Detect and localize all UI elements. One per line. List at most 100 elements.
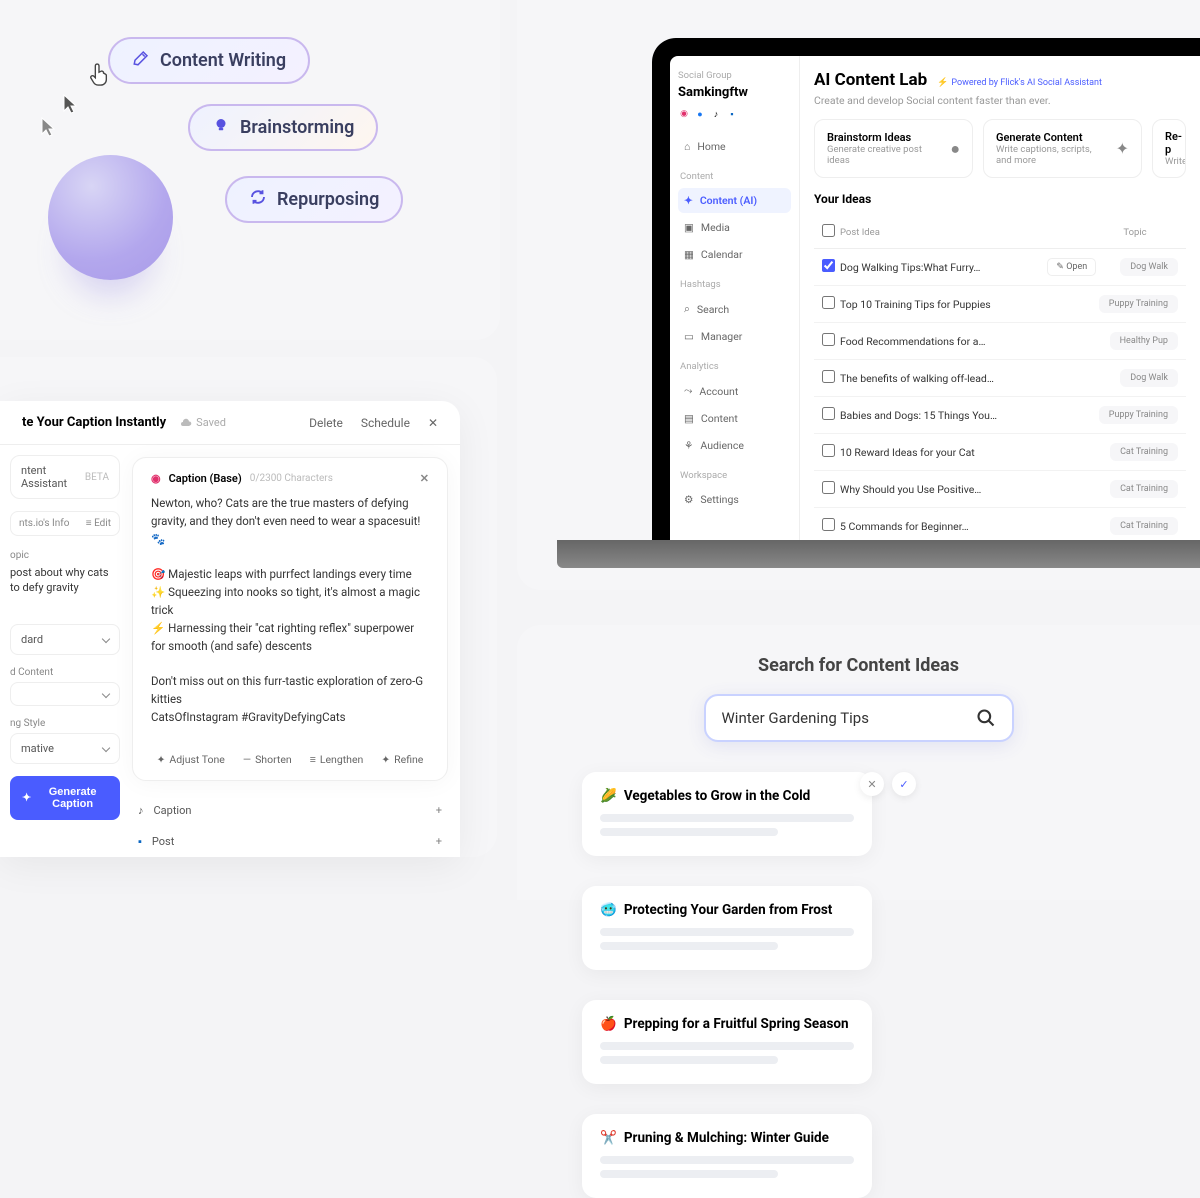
app-sidebar: Social Group Samkingftw ◉ ● ♪ ▪ ⌂Home Co… <box>670 56 800 540</box>
pill-label: Repurposing <box>277 189 379 210</box>
chevron-down-icon <box>102 690 110 698</box>
skeleton-line <box>600 1042 854 1050</box>
row-checkbox[interactable] <box>822 481 835 494</box>
group-label: Social Group <box>678 70 791 81</box>
idea-text: 5 Commands for Beginner… <box>840 520 1110 533</box>
style-label: ng Style <box>10 718 120 729</box>
skeleton-line <box>600 828 778 836</box>
laptop-section: Social Group Samkingftw ◉ ● ♪ ▪ ⌂Home Co… <box>517 0 1200 590</box>
instagram-icon[interactable]: ◉ <box>678 108 690 120</box>
facebook-icon[interactable]: ● <box>694 108 706 120</box>
idea-emoji: 🥶 <box>600 902 617 918</box>
sidebar-item-content[interactable]: ▤Content <box>678 406 791 431</box>
skeleton-line <box>600 942 778 950</box>
type-post-linkedin[interactable]: ▪Post+ <box>132 826 448 857</box>
open-button[interactable]: ✎ Open <box>1047 258 1096 276</box>
card-generate[interactable]: Generate ContentWrite captions, scripts,… <box>983 119 1142 178</box>
idea-card-title: 🍎Prepping for a Fruitful Spring Season <box>600 1016 854 1032</box>
table-row[interactable]: The benefits of walking off-lead…Dog Wal… <box>814 360 1186 397</box>
dismiss-button[interactable]: ✕ <box>860 772 884 796</box>
sidebar-section: Analytics <box>680 361 789 372</box>
plus-icon[interactable]: + <box>436 804 442 817</box>
powered-badge: ⚡ Powered by Flick's AI Social Assistant <box>937 78 1102 88</box>
pill-repurposing[interactable]: Repurposing <box>225 176 403 223</box>
sidebar-item-account[interactable]: ⤳Account <box>678 378 791 404</box>
table-row[interactable]: Why Should you Use Positive…Cat Training <box>814 471 1186 508</box>
info-pill[interactable]: nts.io's Info ≡ Edit <box>10 511 120 536</box>
sidebar-item-home[interactable]: ⌂Home <box>678 134 791 159</box>
chevron-down-icon <box>102 744 110 752</box>
row-checkbox[interactable] <box>822 407 835 420</box>
plus-icon[interactable]: + <box>436 835 442 848</box>
lengthen-button[interactable]: ≡ Lengthen <box>310 753 364 766</box>
sidebar-item-audience[interactable]: ⚘Audience <box>678 433 791 458</box>
caption-header: te Your Caption Instantly Saved Delete S… <box>0 401 460 445</box>
close-icon[interactable]: ✕ <box>420 472 429 485</box>
sidebar-item-settings[interactable]: ⚙Settings <box>678 487 791 512</box>
linkedin-icon[interactable]: ▪ <box>726 108 738 120</box>
idea-text: Why Should you Use Positive… <box>840 483 1110 496</box>
idea-emoji: 🍎 <box>600 1016 617 1032</box>
sidebar-item-calendar[interactable]: ▦Calendar <box>678 242 791 267</box>
edit-button[interactable]: ≡ Edit <box>86 518 111 529</box>
chart-icon: ⤳ <box>684 384 692 398</box>
table-row[interactable]: 5 Commands for Beginner…Cat Training <box>814 508 1186 540</box>
search-value: Winter Gardening Tips <box>722 709 869 727</box>
row-checkbox[interactable] <box>822 259 835 272</box>
row-checkbox[interactable] <box>822 333 835 346</box>
close-icon[interactable]: ✕ <box>428 416 438 430</box>
social-icons: ◉ ● ♪ ▪ <box>678 108 791 120</box>
accept-button[interactable]: ✓ <box>892 772 916 796</box>
table-row[interactable]: Top 10 Training Tips for PuppiesPuppy Tr… <box>814 286 1186 323</box>
sidebar-item-search[interactable]: ⌕Search <box>678 296 791 322</box>
pill-brainstorming[interactable]: Brainstorming <box>188 104 378 151</box>
select-all-checkbox[interactable] <box>822 224 835 237</box>
skeleton-line <box>600 1056 778 1064</box>
delete-button[interactable]: Delete <box>309 416 343 430</box>
idea-card[interactable]: 🥶Protecting Your Garden from Frost <box>582 886 872 970</box>
sidebar-item-manager[interactable]: ▭Manager <box>678 324 791 349</box>
sidebar-item-media[interactable]: ▣Media <box>678 215 791 240</box>
search-input[interactable]: Winter Gardening Tips <box>704 694 1014 742</box>
idea-card-title: 🌽Vegetables to Grow in the Cold <box>600 788 854 804</box>
search-title: Search for Content Ideas <box>517 655 1200 676</box>
tiktok-icon[interactable]: ♪ <box>710 108 722 120</box>
wand-icon <box>132 49 150 72</box>
sidebar-section: Hashtags <box>680 279 789 290</box>
idea-text: 10 Reward Ideas for your Cat <box>840 446 1110 459</box>
sidebar-item-content-ai[interactable]: ✦Content (AI) <box>678 188 791 213</box>
idea-card[interactable]: 🌽Vegetables to Grow in the Cold✕✓ <box>582 772 872 856</box>
table-row[interactable]: Babies and Dogs: 15 Things You…Puppy Tra… <box>814 397 1186 434</box>
topic-text: post about why cats to defy gravity <box>10 565 120 596</box>
table-row[interactable]: 10 Reward Ideas for your CatCat Training <box>814 434 1186 471</box>
hero-bubbles: Content Writing Brainstorming Repurposin… <box>0 0 500 340</box>
row-checkbox[interactable] <box>822 444 835 457</box>
table-row[interactable]: Dog Walking Tips:What Furry…✎ Open Dog Wa… <box>814 249 1186 286</box>
style-select[interactable]: mative <box>10 733 120 764</box>
search-icon <box>976 708 996 728</box>
idea-card[interactable]: 🍎Prepping for a Fruitful Spring Season <box>582 1000 872 1084</box>
topic-label: opic <box>10 550 120 561</box>
adjust-tone-button[interactable]: ✦ Adjust Tone <box>157 753 225 766</box>
content-select[interactable] <box>10 682 120 706</box>
caption-card: ◉ Caption (Base) 0/2300 Characters ✕ New… <box>132 457 448 781</box>
shorten-button[interactable]: — Shorten <box>243 753 292 766</box>
row-checkbox[interactable] <box>822 518 835 531</box>
calendar-icon: ▦ <box>684 248 694 261</box>
table-row[interactable]: Food Recommendations for a…Healthy Pup <box>814 323 1186 360</box>
row-checkbox[interactable] <box>822 296 835 309</box>
row-checkbox[interactable] <box>822 370 835 383</box>
pill-content-writing[interactable]: Content Writing <box>108 37 310 84</box>
length-select[interactable]: dard <box>10 624 120 655</box>
wand-icon: ✦ <box>684 194 693 207</box>
topic-tag: Dog Walk <box>1120 258 1178 276</box>
idea-text: Dog Walking Tips:What Furry… <box>840 261 1047 274</box>
type-caption[interactable]: ♪Caption+ <box>132 795 448 826</box>
refine-button[interactable]: ✦ Refine <box>381 753 423 766</box>
card-repurpose[interactable]: Re-pWrite <box>1152 119 1186 178</box>
idea-card[interactable]: ✂️Pruning & Mulching: Winter Guide <box>582 1114 872 1198</box>
card-brainstorm[interactable]: Brainstorm IdeasGenerate creative post i… <box>814 119 973 178</box>
assistant-label: ntent Assistant BETA <box>10 455 120 499</box>
schedule-button[interactable]: Schedule <box>361 416 410 430</box>
generate-caption-button[interactable]: ✦ Generate Caption <box>10 776 120 820</box>
